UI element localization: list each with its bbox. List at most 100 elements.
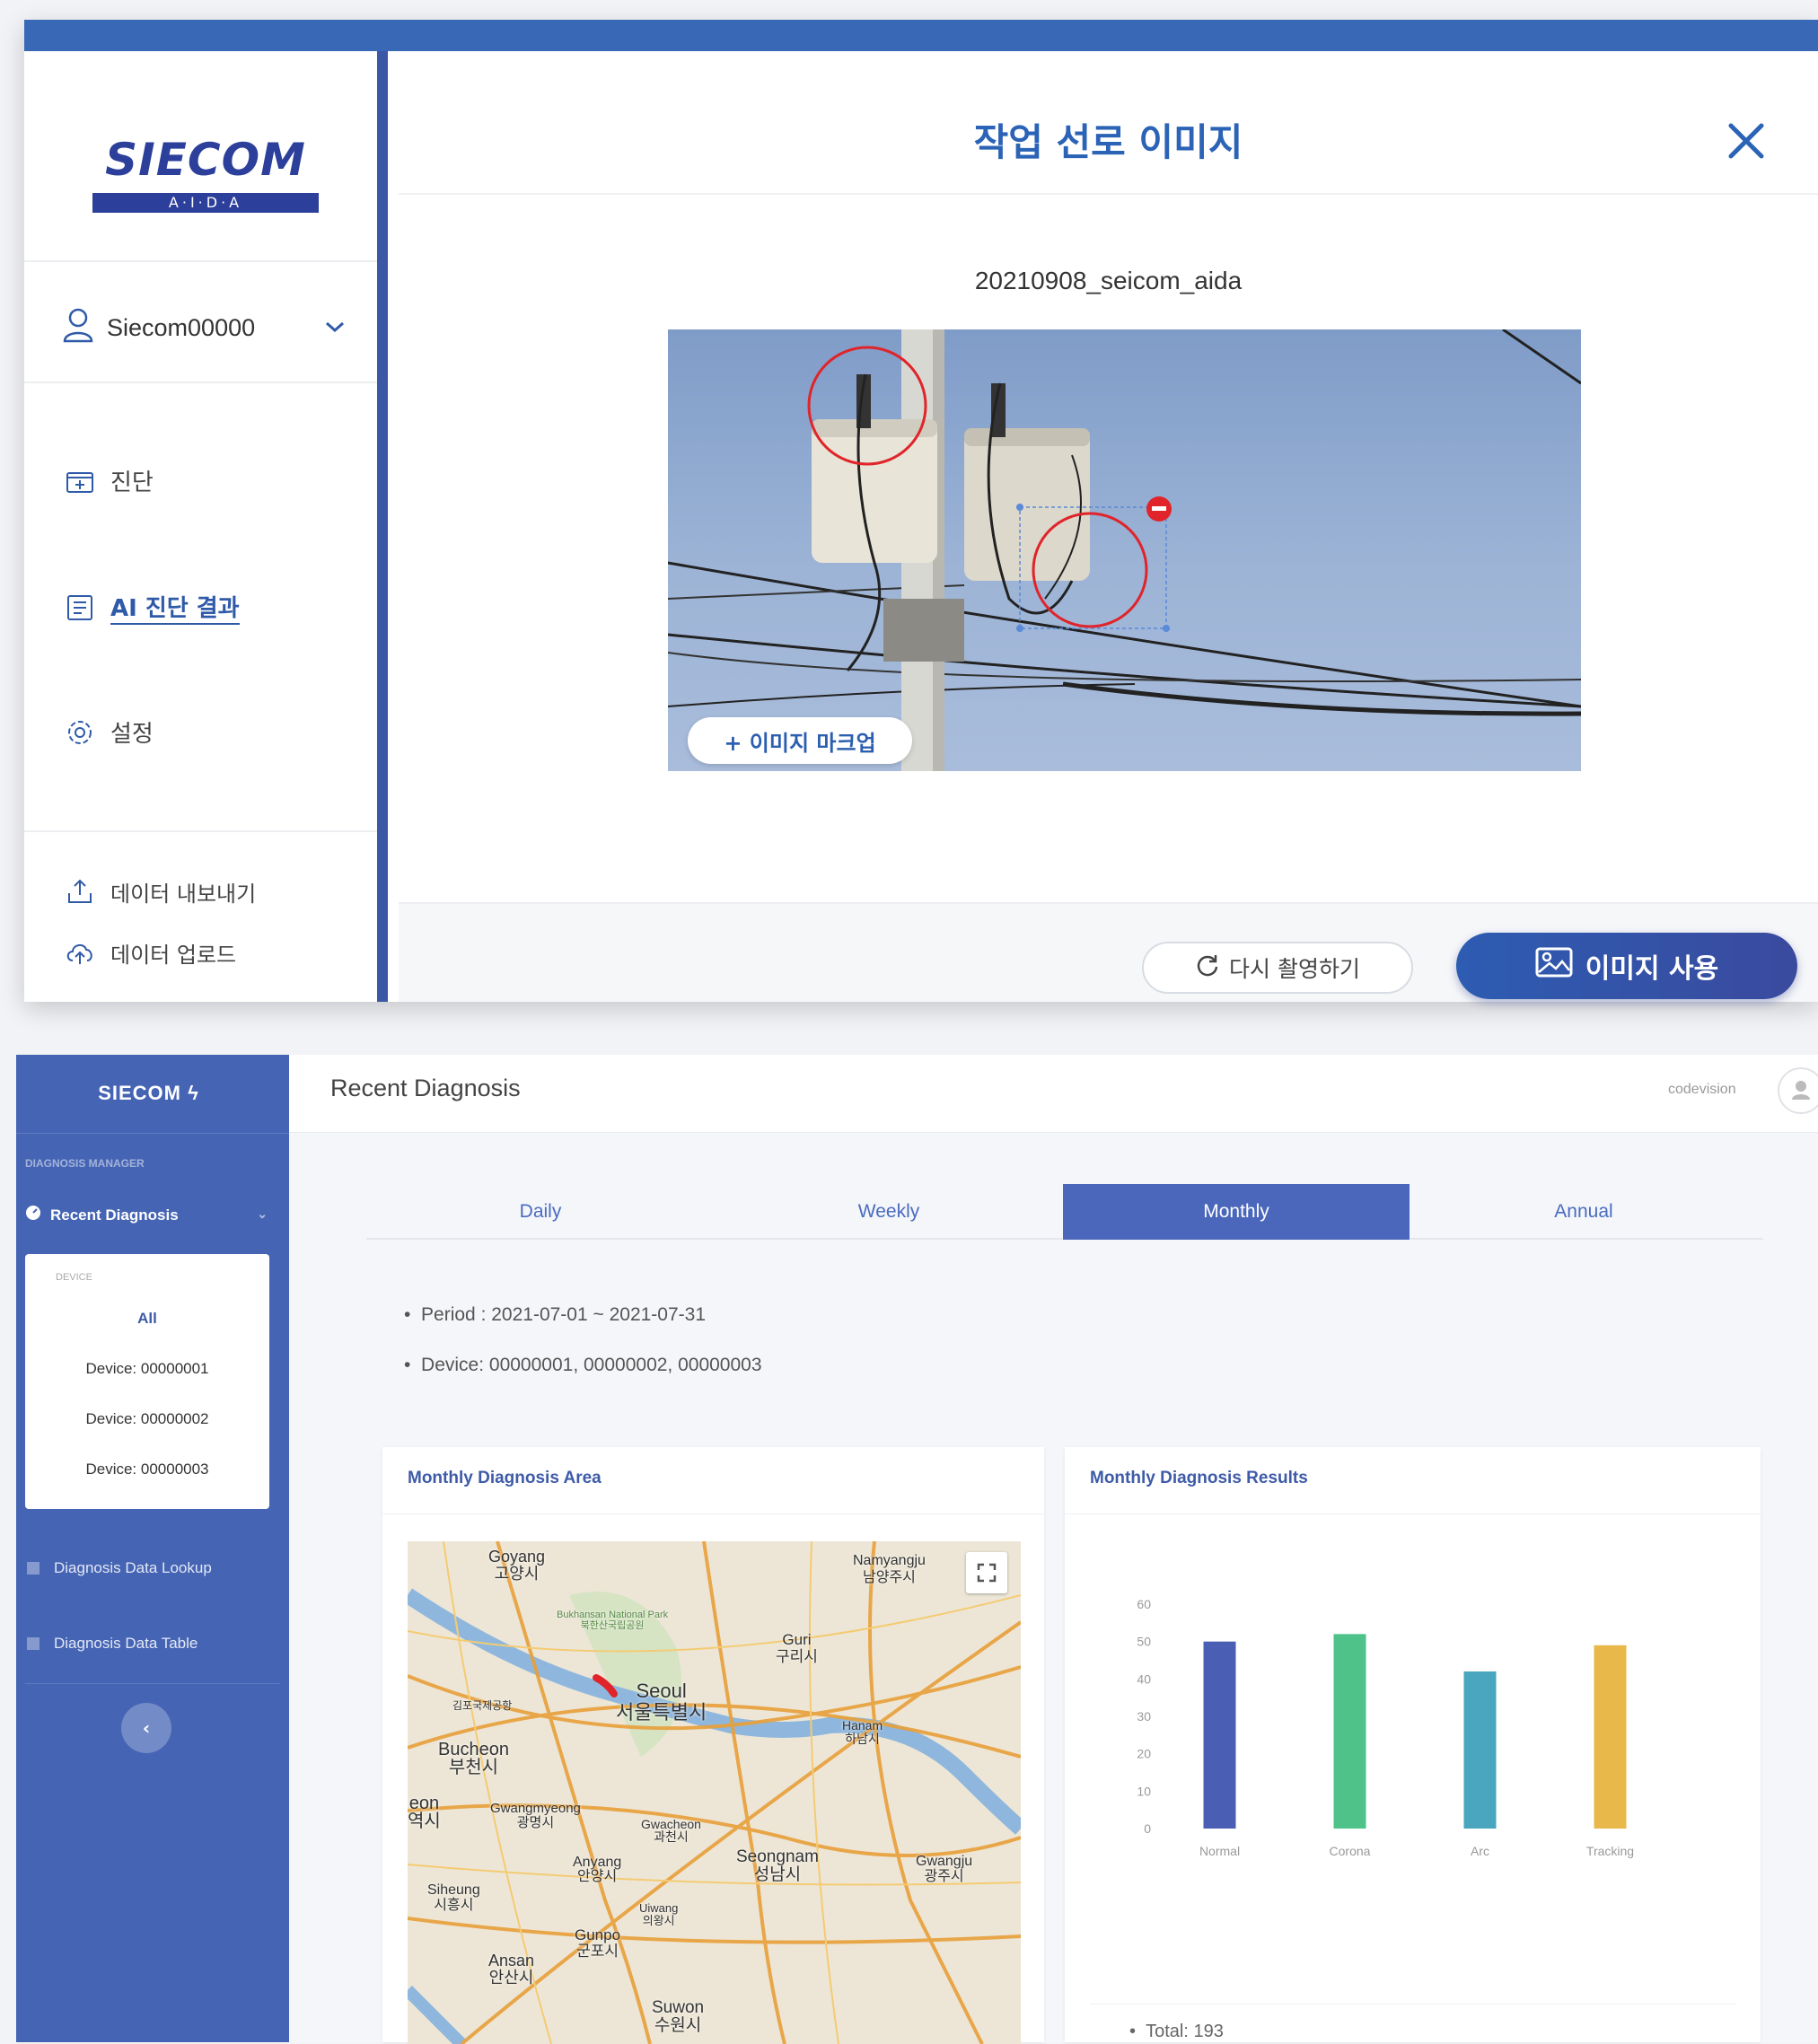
divider [24,382,377,383]
map-label: Seoul 서울특별시 [616,1680,707,1724]
divider [382,1513,1044,1514]
close-icon[interactable] [1724,118,1769,163]
export-icon [64,875,96,908]
divider [24,830,377,832]
device-item[interactable]: Device: 00000003 [25,1461,269,1478]
user-menu[interactable]: Siecom00000 [62,305,255,350]
total-count: • Total: 193 [1129,2022,1224,2041]
y-tick-label: 20 [1137,1747,1151,1761]
power-line-photo[interactable] [668,329,1581,771]
map-label: Siheung 시흥시 [427,1882,480,1913]
map-label: Anyang 안양시 [573,1855,622,1884]
bar-chart: 0 10 20 30 40 50 60 Normal Corona Arc Tracking [1137,1597,1634,1858]
y-tick-label: 0 [1144,1821,1151,1836]
retake-label: 다시 촬영하기 [1229,956,1360,982]
collapse-sidebar-button[interactable]: ‹ [121,1703,171,1753]
sidebar: SIECOM A·I·D·A Siecom00000 진단 AI 진단 결과 설… [24,51,388,1002]
retake-button[interactable]: 다시 촬영하기 [1142,942,1413,994]
map[interactable]: Goyang 고양시 Namyangju 남양주시 Bukhansan Nati… [408,1541,1021,2044]
brand: SIECOM ϟ [16,1082,281,1105]
modal: 작업 선로 이미지 20210908_seicom_aida + 이미지 마크업… [399,51,1818,1002]
chevron-down-icon: ⌄ [257,1206,268,1221]
map-label: 김포국제공항 [452,1699,513,1712]
user-icon [1792,1081,1810,1100]
map-label: Guri 구리시 [776,1631,818,1665]
nav-item-export[interactable]: 데이터 내보내기 [64,875,256,908]
photo-illustration [668,329,1581,771]
nav-item-upload[interactable]: 데이터 업로드 [64,936,236,969]
user-icon [62,307,107,349]
user-name[interactable]: codevision [1668,1082,1736,1098]
tab-daily[interactable]: Daily [366,1184,715,1240]
nav-label: 데이터 내보내기 [110,881,257,907]
device-text: Device: 00000001, 00000002, 00000003 [421,1355,762,1375]
logo: SIECOM A·I·D·A [89,134,322,215]
divider [399,193,1818,195]
chevron-down-icon[interactable] [323,318,347,339]
bolt-icon: ϟ [188,1082,199,1104]
divider [1090,2004,1736,2005]
x-tick-label: Arc [1471,1844,1489,1858]
fullscreen-icon[interactable] [966,1552,1007,1593]
tab-weekly[interactable]: Weekly [715,1184,1063,1240]
map-label: Namyangju 남양주시 [853,1553,926,1585]
page-title: Recent Diagnosis [330,1075,521,1101]
table-icon [27,1637,40,1650]
nav-label: AI 진단 결과 [110,590,240,625]
dashboard-header: Recent Diagnosis codevision [289,1055,1818,1133]
nav-data-table[interactable]: Diagnosis Data Table [27,1635,198,1653]
logo-sub: A·I·D·A [92,193,319,213]
ai-result-icon [64,592,96,624]
tab-monthly[interactable]: Monthly [1063,1184,1410,1240]
bar-tracking[interactable] [1594,1645,1627,1829]
device-item[interactable]: Device: 00000002 [25,1410,269,1428]
image-icon [1535,947,1573,985]
use-image-button[interactable]: 이미지 사용 [1456,933,1797,999]
divider [1065,1513,1761,1514]
bar-corona[interactable] [1333,1634,1366,1829]
nav-label: Diagnosis Data Lookup [54,1559,212,1576]
device-item-all[interactable]: All [25,1310,269,1328]
nav-item-diagnosis[interactable]: 진단 [64,464,154,497]
device-item[interactable]: Device: 00000001 [25,1360,269,1378]
nav-item-ai-result[interactable]: AI 진단 결과 [64,590,240,625]
brand-name: SIECOM [98,1082,181,1104]
nav-recent-diagnosis[interactable]: Recent Diagnosis ⌄ [25,1205,277,1225]
nav-data-lookup[interactable]: Diagnosis Data Lookup [27,1559,212,1577]
top-bar [24,20,1818,51]
map-label: Uiwang 의왕시 [639,1901,679,1927]
refresh-icon [1195,952,1220,983]
nav-item-settings[interactable]: 설정 [64,715,154,749]
results-card: Monthly Diagnosis Results 0 10 20 30 40 50 60 N… [1065,1447,1761,2042]
divider [24,260,377,262]
map-label: Hanam 하남시 [842,1718,883,1746]
nav-label: 데이터 업로드 [110,942,237,968]
recent-label: Recent Diagnosis [50,1206,179,1224]
y-tick-label: 10 [1137,1784,1151,1798]
image-markup-button[interactable]: + 이미지 마크업 [688,717,912,764]
period-tabs: Daily Weekly Monthly Annual [366,1184,1763,1240]
bar-normal[interactable] [1203,1641,1236,1829]
period-text: Period : 2021-07-01 ~ 2021-07-31 [421,1304,707,1325]
device-info: • Device: 00000001, 00000002, 00000003 [404,1355,762,1375]
bar-arc[interactable] [1463,1671,1497,1829]
dashboard-sidebar: SIECOM ϟ DIAGNOSIS MANAGER Recent Diagno… [16,1055,289,2042]
device-label: DEVICE [56,1272,92,1283]
divider [25,1683,280,1684]
device-list: DEVICE All Device: 00000001 Device: 0000… [25,1254,269,1509]
lookup-icon [27,1562,40,1575]
y-tick-label: 50 [1137,1635,1151,1649]
tab-annual[interactable]: Annual [1410,1184,1758,1240]
map-label: Seongnam 성남시 [736,1847,819,1884]
map-label: Gwangju 광주시 [916,1854,973,1884]
map-label: Gwangmyeong 광명시 [490,1801,581,1830]
nav-label: 진단 [110,469,154,496]
user-name: Siecom00000 [107,313,256,341]
period-info: • Period : 2021-07-01 ~ 2021-07-31 [404,1304,707,1325]
avatar[interactable] [1778,1067,1818,1114]
map-label: eon 역시 [408,1794,441,1831]
map-label: Bukhansan National Park 북한산국립공원 [557,1610,669,1631]
nav-label: Diagnosis Data Table [54,1635,198,1652]
results-card-title: Monthly Diagnosis Results [1090,1469,1308,1487]
map-card: Monthly Diagnosis Area Goyang 고양시 Namyan… [382,1447,1044,2044]
